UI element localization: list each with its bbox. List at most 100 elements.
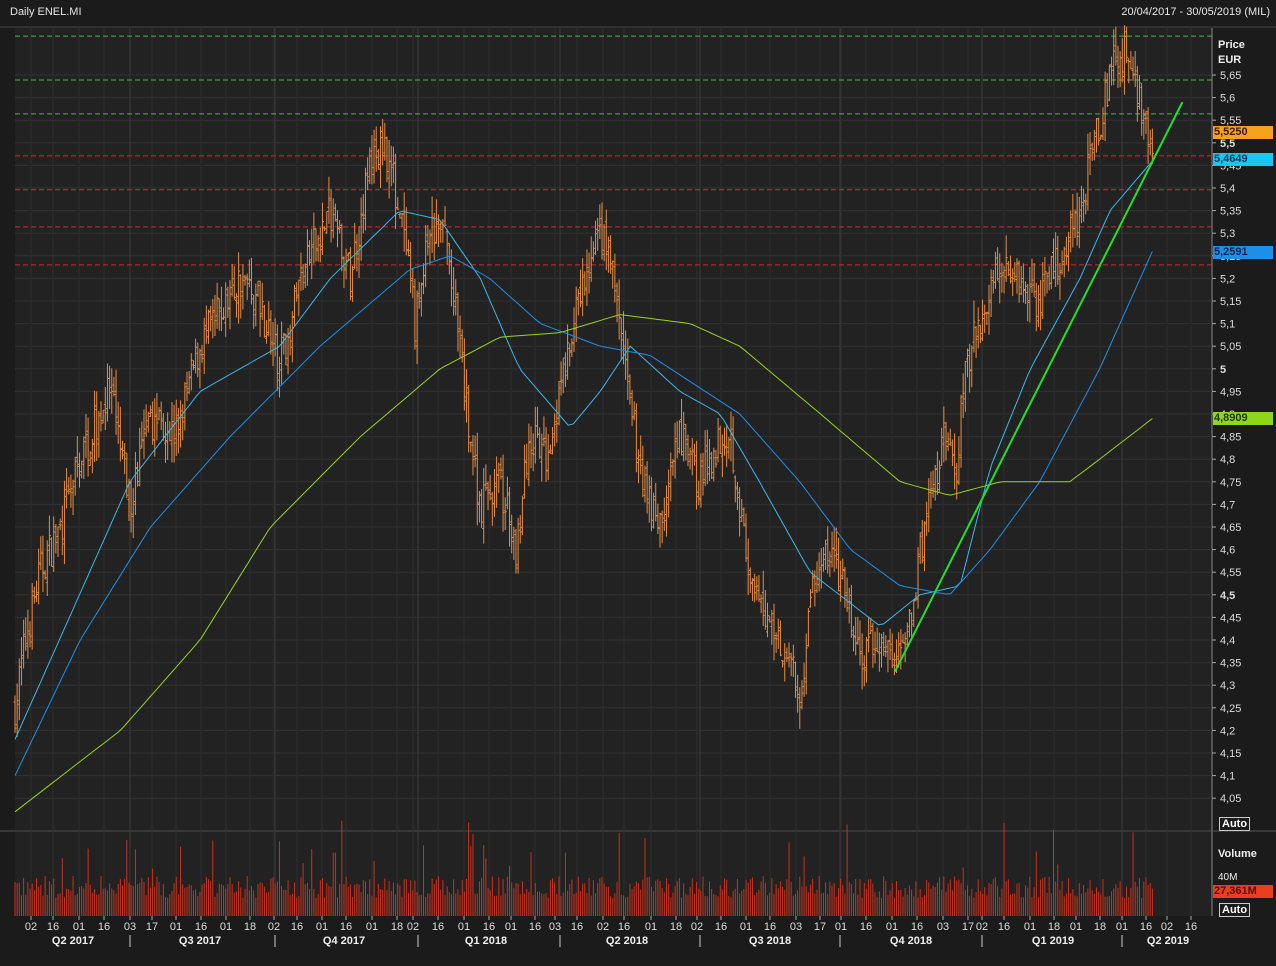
last-value-tag: 4,8909 [1213,412,1273,426]
price-tick-label: 4,3 [1220,680,1235,692]
date-tick-label: 01 [835,921,847,933]
price-tick-label: 5,3 [1220,228,1235,240]
quarter-label: Q4 2017 [323,935,365,947]
date-tick-label: 16 [715,921,727,933]
date-tick-label: 01 [740,921,752,933]
price-tick-label: 5,4 [1220,183,1235,195]
quarter-label: Q4 2018 [890,935,932,947]
quarter-label: Q2 2017 [52,935,94,947]
last-value-tag: 5,2591 [1213,245,1273,259]
date-tick-label: 18 [670,921,682,933]
date-tick-label: 18 [244,921,256,933]
date-tick-label: 16 [860,921,872,933]
date-tick-label: 16 [529,921,541,933]
quarter-label: Q3 2017 [179,935,221,947]
date-tick-label: 16 [98,921,110,933]
date-tick-label: 03 [124,921,136,933]
date-tick-label: 01 [366,921,378,933]
price-tick-label: 4,7 [1220,499,1235,511]
volume-auto-scale-button[interactable]: Auto [1219,903,1251,917]
date-tick-label: 17 [146,921,158,933]
price-tick-label: 5,35 [1220,206,1241,218]
price-tick-label: 4,5 [1220,590,1235,602]
date-tick-label: 03 [549,921,561,933]
date-tick-label: 01 [73,921,85,933]
last-value-tag: 5,5250 [1213,125,1273,139]
date-tick-label: 16 [47,921,59,933]
date-tick-label: 16 [1185,921,1197,933]
date-tick-label: 01 [170,921,182,933]
date-tick-label: 02 [407,921,419,933]
price-tick-label: 5,1 [1220,319,1235,331]
date-tick-label: 01 [1070,921,1082,933]
volume-axis-title: Volume [1218,848,1257,860]
quarter-label: Q1 2018 [465,935,507,947]
date-tick-label: 02 [25,921,37,933]
date-tick-label: 18 [1048,921,1060,933]
price-tick-label: 5,6 [1220,93,1235,105]
price-tick-label: 4,95 [1220,386,1241,398]
date-tick-label: 02 [1161,921,1173,933]
date-tick-label: 16 [432,921,444,933]
date-tick-label: 03 [790,921,802,933]
price-auto-scale-button[interactable]: Auto [1219,817,1251,831]
price-tick-label: 4,4 [1220,635,1235,647]
date-tick-label: 16 [618,921,630,933]
price-tick-label: 4,8 [1220,454,1235,466]
date-tick-label: 16 [1140,921,1152,933]
date-tick-label: 16 [571,921,583,933]
date-tick-label: 16 [195,921,207,933]
date-tick-label: 16 [764,921,776,933]
price-tick-label: 4,45 [1220,612,1241,624]
date-tick-label: 01 [316,921,328,933]
date-tick-label: 02 [976,921,988,933]
date-tick-label: 01 [1116,921,1128,933]
price-tick-label: 4,2 [1220,725,1235,737]
date-tick-label: 01 [886,921,898,933]
date-tick-label: 16 [483,921,495,933]
date-tick-label: 02 [597,921,609,933]
price-tick-label: 4,55 [1220,567,1241,579]
date-tick-label: 17 [962,921,974,933]
date-tick-label: 02 [268,921,280,933]
date-tick-label: 18 [1094,921,1106,933]
date-tick-label: 01 [220,921,232,933]
price-tick-label: 5 [1220,364,1226,376]
price-tick-label: 4,75 [1220,477,1241,489]
quarter-label: Q2 2019 [1147,935,1189,947]
price-tick-label: 4,85 [1220,432,1241,444]
price-tick-label: 4,65 [1220,522,1241,534]
date-tick-label: 16 [911,921,923,933]
date-tick-label: 01 [1024,921,1036,933]
quarter-label: Q2 2018 [606,935,648,947]
price-tick-label: 5,65 [1220,70,1241,82]
price-axis-title: Price [1218,39,1245,51]
date-tick-label: 16 [340,921,352,933]
date-tick-label: 01 [505,921,517,933]
quarter-label: Q1 2019 [1032,935,1074,947]
price-tick-label: 4,6 [1220,545,1235,557]
date-tick-label: 16 [291,921,303,933]
date-tick-label: 18 [391,921,403,933]
price-tick-label: 4,05 [1220,793,1241,805]
quarter-label: Q3 2018 [749,935,791,947]
date-tick-label: 02 [691,921,703,933]
date-tick-label: 03 [937,921,949,933]
price-tick-label: 4,25 [1220,703,1241,715]
price-tick-label: 4,35 [1220,658,1241,670]
price-tick-label: 4,1 [1220,771,1235,783]
last-value-tag: 5,4649 [1213,152,1273,166]
price-panel [15,28,1212,830]
date-tick-label: 01 [458,921,470,933]
price-tick-label: 5,2 [1220,273,1235,285]
price-tick-label: 5,05 [1220,341,1241,353]
price-tick-label: 4,15 [1220,748,1241,760]
date-tick-label: 17 [814,921,826,933]
price-axis-unit: EUR [1218,54,1242,66]
price-tick-label: 5,15 [1220,296,1241,308]
date-tick-label: 01 [645,921,657,933]
date-tick-label: 16 [998,921,1010,933]
price-tick-label: 5,5 [1220,138,1235,150]
price-chart[interactable]: 5,655,65,555,55,455,45,355,35,255,25,155… [0,0,1276,966]
volume-tick-40m: 40M [1218,872,1238,883]
